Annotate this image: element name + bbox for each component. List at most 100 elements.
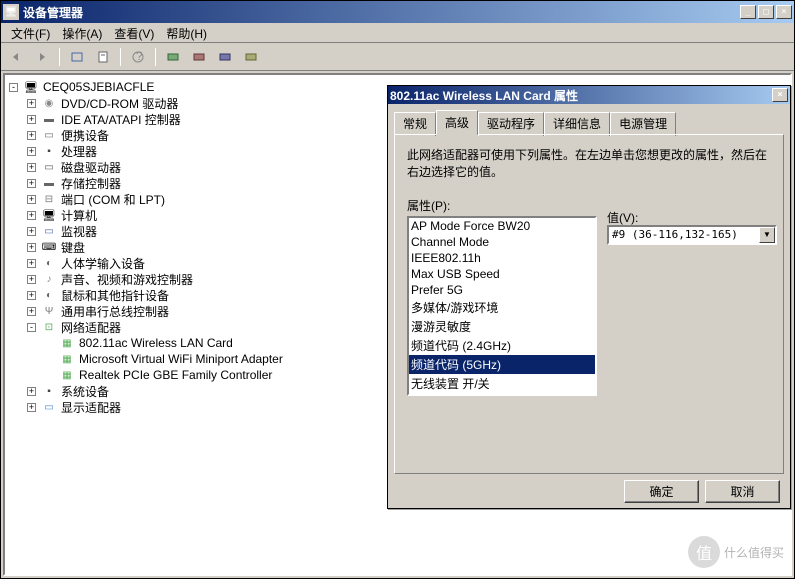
monitor-icon — [41, 224, 57, 238]
storage-icon — [41, 112, 57, 126]
computer-icon — [41, 208, 57, 222]
scan-hardware-button[interactable] — [162, 46, 184, 68]
tree-toggle[interactable]: + — [27, 115, 36, 124]
app-icon: 🖥 — [3, 4, 19, 20]
mouse-icon — [41, 256, 57, 270]
tree-label: 便携设备 — [59, 127, 111, 144]
tree-label: Microsoft Virtual WiFi Miniport Adapter — [77, 352, 285, 366]
help-button[interactable]: ? — [127, 46, 149, 68]
tree-toggle[interactable]: + — [27, 195, 36, 204]
tree-label: 处理器 — [59, 143, 99, 160]
tree-toggle[interactable]: - — [27, 323, 36, 332]
uninstall-button[interactable] — [214, 46, 236, 68]
tree-toggle[interactable]: - — [9, 83, 18, 92]
property-item[interactable]: 无线装置 开/关 — [409, 374, 595, 393]
tree-label: IDE ATA/ATAPI 控制器 — [59, 111, 183, 128]
value-combobox[interactable]: #9 (36-116,132-165) ▼ — [607, 225, 777, 245]
tree-toggle[interactable]: + — [27, 147, 36, 156]
property-item[interactable]: 频道代码 (5GHz) — [409, 355, 595, 374]
netcard-icon — [59, 352, 75, 366]
back-button[interactable] — [5, 46, 27, 68]
tree-label: 802.11ac Wireless LAN Card — [77, 336, 235, 350]
device-icon — [41, 128, 57, 142]
tree-label: 系统设备 — [59, 383, 111, 400]
properties-button[interactable] — [92, 46, 114, 68]
tree-toggle[interactable]: + — [27, 307, 36, 316]
audio-icon — [41, 272, 57, 286]
tab-general[interactable]: 常规 — [394, 112, 436, 136]
menu-action[interactable]: 操作(A) — [56, 23, 108, 42]
property-item[interactable]: Prefer 5G — [409, 282, 595, 298]
update-driver-button[interactable] — [240, 46, 262, 68]
display-icon — [41, 400, 57, 414]
tree-toggle[interactable]: + — [27, 275, 36, 284]
tree-toggle[interactable]: + — [27, 99, 36, 108]
tree-toggle[interactable]: + — [27, 131, 36, 140]
ok-button[interactable]: 确定 — [624, 480, 699, 503]
menu-help[interactable]: 帮助(H) — [160, 23, 213, 42]
tree-label: 端口 (COM 和 LPT) — [59, 191, 167, 208]
watermark: 值 什么值得买 — [688, 536, 784, 568]
netcard-icon — [59, 336, 75, 350]
tree-toggle[interactable]: + — [27, 179, 36, 188]
tree-toggle[interactable]: + — [27, 403, 36, 412]
property-item[interactable]: 漫游灵敏度 — [409, 317, 595, 336]
refresh-button[interactable] — [188, 46, 210, 68]
property-item[interactable]: 频道代码 (2.4GHz) — [409, 336, 595, 355]
tab-power[interactable]: 电源管理 — [610, 112, 676, 136]
tab-driver[interactable]: 驱动程序 — [478, 112, 544, 136]
minimize-button[interactable]: _ — [740, 5, 756, 19]
cd-icon — [41, 96, 57, 110]
svg-text:?: ? — [136, 50, 143, 63]
property-item[interactable]: Max USB Speed — [409, 266, 595, 282]
property-item[interactable]: 多媒体/游戏环境 — [409, 298, 595, 317]
disk-icon — [41, 160, 57, 174]
device-manager-window: 🖥 设备管理器 _ □ × 文件(F) 操作(A) 查看(V) 帮助(H) ? … — [0, 0, 795, 579]
forward-button[interactable] — [31, 46, 53, 68]
keyboard-icon — [41, 240, 57, 254]
titlebar[interactable]: 🖥 设备管理器 _ □ × — [1, 1, 794, 23]
menubar: 文件(F) 操作(A) 查看(V) 帮助(H) — [1, 23, 794, 43]
dialog-close-button[interactable]: × — [772, 88, 788, 102]
tree-label: Realtek PCIe GBE Family Controller — [77, 368, 274, 382]
tree-label: 键盘 — [59, 239, 87, 256]
toolbar: ? — [1, 43, 794, 71]
computer-icon — [23, 80, 39, 94]
chip-icon — [41, 144, 57, 158]
tree-toggle[interactable]: + — [27, 227, 36, 236]
tree-label: 计算机 — [59, 207, 99, 224]
watermark-icon: 值 — [688, 536, 720, 568]
dialog-titlebar[interactable]: 802.11ac Wireless LAN Card 属性 × — [388, 86, 790, 104]
close-button[interactable]: × — [776, 5, 792, 19]
show-hide-console-button[interactable] — [66, 46, 88, 68]
chip-icon — [41, 384, 57, 398]
dialog-title: 802.11ac Wireless LAN Card 属性 — [390, 87, 772, 104]
cancel-button[interactable]: 取消 — [705, 480, 780, 503]
tree-label: CEQ05SJEBIACFLE — [41, 80, 156, 94]
tree-toggle[interactable]: + — [27, 243, 36, 252]
description-text: 此网络适配器可使用下列属性。在左边单击您想更改的属性，然后在右边选择它的值。 — [407, 147, 771, 181]
tab-details[interactable]: 详细信息 — [544, 112, 610, 136]
tree-toggle[interactable]: + — [27, 259, 36, 268]
combo-dropdown-button[interactable]: ▼ — [759, 227, 775, 243]
tree-label: 声音、视频和游戏控制器 — [59, 271, 195, 288]
property-item[interactable]: AP Mode Force BW20 — [409, 218, 595, 234]
tree-label: 网络适配器 — [59, 319, 123, 336]
value-text: #9 (36-116,132-165) — [609, 227, 759, 243]
value-label: 值(V): — [607, 209, 638, 226]
tree-label: 存储控制器 — [59, 175, 123, 192]
menu-view[interactable]: 查看(V) — [108, 23, 160, 42]
tree-toggle[interactable]: + — [27, 387, 36, 396]
tree-toggle[interactable]: + — [27, 291, 36, 300]
tree-toggle[interactable]: + — [27, 211, 36, 220]
tab-advanced[interactable]: 高级 — [436, 110, 478, 135]
properties-dialog: 802.11ac Wireless LAN Card 属性 × 常规 高级 驱动… — [387, 85, 791, 509]
property-item[interactable]: Channel Mode — [409, 234, 595, 250]
tree-toggle[interactable]: + — [27, 163, 36, 172]
tree-label: 磁盘驱动器 — [59, 159, 123, 176]
menu-file[interactable]: 文件(F) — [5, 23, 56, 42]
port-icon — [41, 192, 57, 206]
maximize-button[interactable]: □ — [758, 5, 774, 19]
property-listbox[interactable]: AP Mode Force BW20Channel ModeIEEE802.11… — [407, 216, 597, 396]
property-item[interactable]: IEEE802.11h — [409, 250, 595, 266]
